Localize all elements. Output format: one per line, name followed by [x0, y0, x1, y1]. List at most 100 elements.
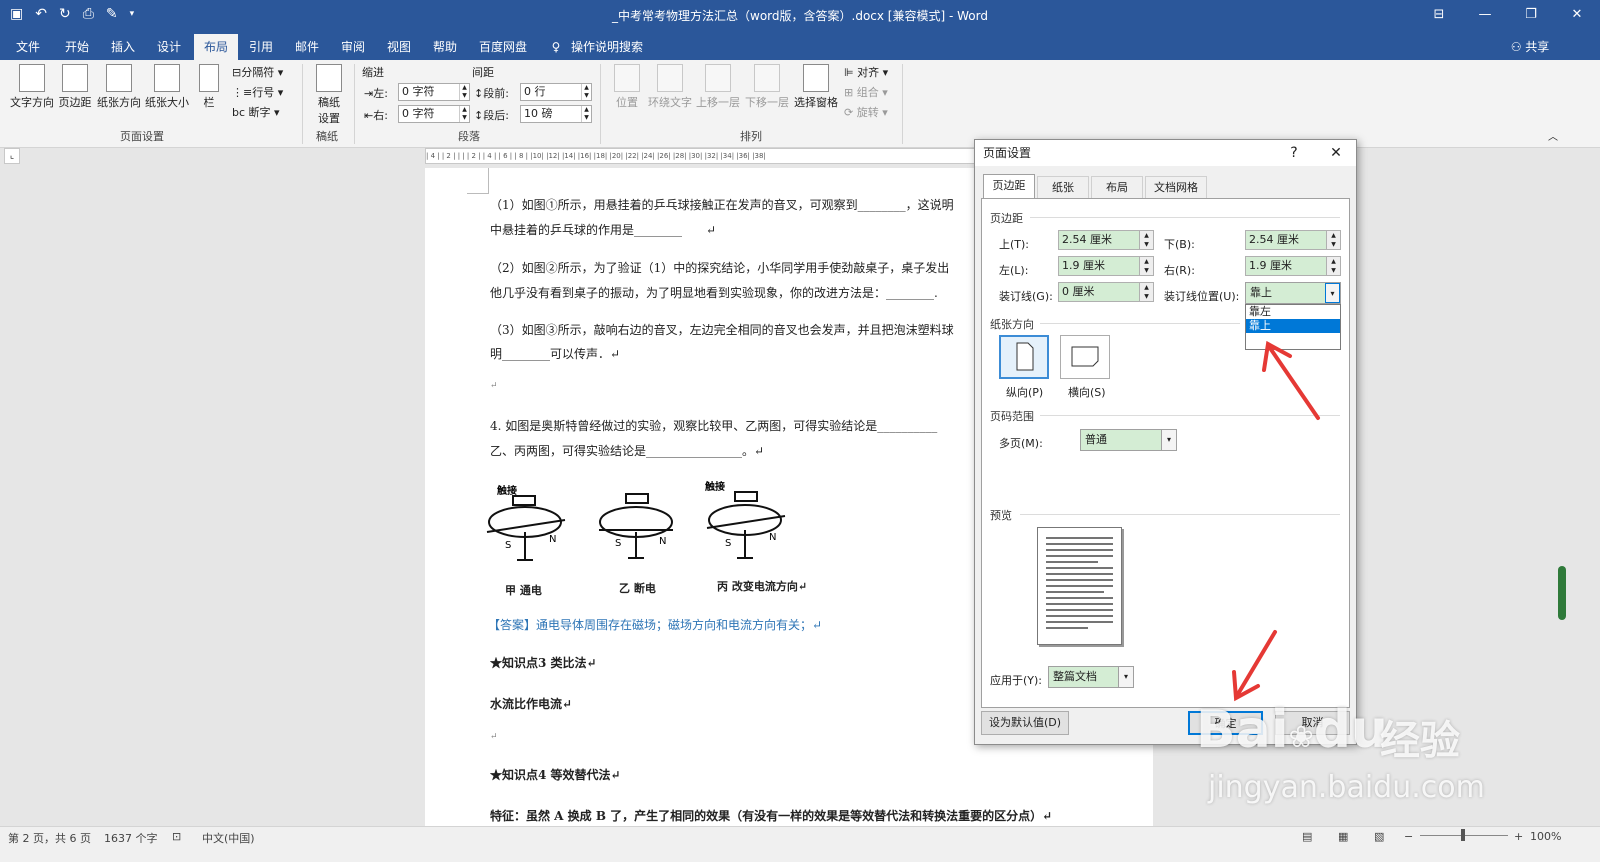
close-icon[interactable]: ✕: [1321, 140, 1351, 166]
tab-margins[interactable]: 页边距: [983, 174, 1035, 198]
tab-selector-icon[interactable]: ⌞: [4, 148, 20, 164]
portrait-button[interactable]: [999, 335, 1049, 379]
left-margin-input[interactable]: 1.9 厘米 ▲ ▼: [1058, 256, 1154, 276]
size-label: 纸张大小: [145, 96, 189, 109]
columns-button[interactable]: 栏: [196, 64, 222, 110]
language-indicator[interactable]: 中文(中国): [202, 830, 255, 846]
tab-layout-dialog[interactable]: 布局: [1091, 176, 1143, 198]
send-backward-button[interactable]: 下移一层: [743, 64, 791, 110]
share-button[interactable]: ⚇ 共享: [1505, 34, 1555, 60]
landscape-label[interactable]: 横向(S): [1068, 384, 1106, 400]
close-window-icon[interactable]: ✕: [1554, 0, 1600, 30]
margins-button[interactable]: 页边距: [56, 64, 94, 110]
tab-references[interactable]: 引用: [240, 34, 282, 60]
collapse-ribbon-icon[interactable]: ︿: [1548, 128, 1558, 143]
chevron-down-icon[interactable]: ▾: [1325, 283, 1340, 303]
position-icon: [614, 64, 640, 92]
tab-file[interactable]: 文件: [8, 34, 48, 60]
horizontal-ruler[interactable]: | 4 | | 2 | | | | 2 | | 4 | | 6 | | 8 | …: [425, 148, 980, 164]
help-icon[interactable]: ?: [1279, 140, 1309, 166]
spin-arrows-icon[interactable]: ▲ ▼: [1139, 257, 1153, 275]
ribbon-display-icon[interactable]: ⊟: [1416, 0, 1462, 30]
landscape-button[interactable]: [1060, 335, 1110, 379]
proofing-icon[interactable]: ⊡: [172, 830, 181, 843]
top-margin-input[interactable]: 2.54 厘米 ▲ ▼: [1058, 230, 1154, 250]
gutter-input[interactable]: 0 厘米 ▲ ▼: [1058, 282, 1154, 302]
margins-icon: [62, 64, 88, 92]
page-count[interactable]: 第 2 页，共 6 页: [8, 830, 91, 846]
gutter-position-select[interactable]: 靠上 ▾: [1245, 282, 1341, 304]
group-button[interactable]: ⊞ 组合 ▾: [844, 84, 888, 100]
web-layout-icon[interactable]: ▧: [1374, 830, 1384, 843]
tab-design[interactable]: 设计: [148, 34, 190, 60]
spin-arrows-icon[interactable]: ▲ ▼: [459, 84, 469, 100]
tab-home[interactable]: 开始: [56, 34, 98, 60]
spin-arrows-icon[interactable]: ▲ ▼: [581, 106, 591, 122]
spin-arrows-icon[interactable]: ▲ ▼: [459, 106, 469, 122]
line-numbers-label: 行号: [252, 86, 275, 99]
manuscript-button[interactable]: 稿纸 设置: [312, 64, 346, 126]
line-numbers-button[interactable]: ⋮≡行号 ▾: [232, 84, 283, 100]
tab-review[interactable]: 审阅: [332, 34, 374, 60]
tab-baidu-netdisk[interactable]: 百度网盘: [472, 34, 534, 60]
doc-line: （1）如图①所示，用悬挂着的乒乓球接触正在发声的音叉，可观察到________，…: [490, 198, 954, 212]
spin-arrows-icon[interactable]: ▲ ▼: [1326, 231, 1340, 249]
tell-me-search[interactable]: 操作说明搜索: [570, 34, 644, 60]
tab-view[interactable]: 视图: [378, 34, 420, 60]
print-layout-icon[interactable]: ▦: [1338, 830, 1348, 843]
orientation-label: 纸张方向: [97, 96, 141, 109]
doc-line: 明________可以传声．↵: [490, 347, 621, 361]
portrait-label[interactable]: 纵向(P): [1006, 384, 1043, 400]
zoom-in-icon[interactable]: +: [1514, 830, 1523, 843]
dropdown-option-left[interactable]: 靠左: [1246, 305, 1340, 319]
spacing-before-input[interactable]: 0 行 ▲ ▼: [520, 83, 592, 101]
spacing-after-input[interactable]: 10 磅 ▲ ▼: [520, 105, 592, 123]
bottom-margin-input[interactable]: 2.54 厘米 ▲ ▼: [1245, 230, 1341, 250]
read-mode-icon[interactable]: ▤: [1302, 830, 1312, 843]
tab-paper[interactable]: 纸张: [1037, 176, 1089, 198]
minimize-icon[interactable]: —: [1462, 0, 1508, 30]
breaks-button[interactable]: ⊟分隔符 ▾: [232, 64, 283, 80]
apply-to-select[interactable]: 整篇文档 ▾: [1048, 666, 1134, 688]
tab-layout[interactable]: 布局: [194, 34, 238, 60]
ribbon-separator: [302, 64, 303, 144]
tab-help[interactable]: 帮助: [424, 34, 466, 60]
zoom-out-icon[interactable]: −: [1404, 830, 1413, 843]
chevron-down-icon[interactable]: ▾: [1161, 430, 1176, 450]
indent-right-input[interactable]: 0 字符 ▲ ▼: [398, 105, 470, 123]
rotate-button[interactable]: ⟳ 旋转 ▾: [844, 104, 888, 120]
spacing-before-value: 0 行: [524, 85, 546, 98]
align-button[interactable]: ⊫ 对齐 ▾: [844, 64, 888, 80]
zoom-slider-thumb[interactable]: [1461, 829, 1465, 841]
indent-left-input[interactable]: 0 字符 ▲ ▼: [398, 83, 470, 101]
word-count[interactable]: 1637 个字: [104, 830, 158, 846]
tab-doc-grid[interactable]: 文档网格: [1145, 176, 1207, 198]
set-default-button[interactable]: 设为默认值(D): [981, 711, 1069, 735]
spin-arrows-icon[interactable]: ▲ ▼: [1139, 283, 1153, 301]
zoom-level[interactable]: 100%: [1530, 830, 1561, 843]
chevron-down-icon[interactable]: ▾: [1118, 667, 1133, 687]
spin-arrows-icon[interactable]: ▲ ▼: [1326, 257, 1340, 275]
doc-line: （2）如图②所示，为了验证（1）中的探究结论，小华同学用手使劲敲桌子，桌子发出: [490, 261, 950, 275]
indent-left-label: ⇥左:: [364, 87, 388, 100]
text-direction-button[interactable]: 文字方向: [8, 64, 56, 110]
selection-pane-button[interactable]: 选择窗格: [792, 64, 840, 110]
wrap-text-button[interactable]: 环绕文字: [646, 64, 694, 110]
pole-s-a: S: [505, 540, 511, 551]
orientation-button[interactable]: 纸张方向: [96, 64, 142, 110]
section-divider: [1040, 323, 1240, 324]
breaks-label: 分隔符: [241, 66, 275, 79]
multiple-pages-select[interactable]: 普通 ▾: [1080, 429, 1177, 451]
tab-mailings[interactable]: 邮件: [286, 34, 328, 60]
right-margin-input[interactable]: 1.9 厘米 ▲ ▼: [1245, 256, 1341, 276]
vertical-scrollbar-thumb[interactable]: [1558, 566, 1566, 620]
tab-insert[interactable]: 插入: [102, 34, 144, 60]
spin-arrows-icon[interactable]: ▲ ▼: [1139, 231, 1153, 249]
hyphenation-button[interactable]: bc 断字 ▾: [232, 104, 280, 120]
maximize-icon[interactable]: ❐: [1508, 0, 1554, 30]
size-button[interactable]: 纸张大小: [144, 64, 190, 110]
position-button[interactable]: 位置: [610, 64, 644, 110]
bring-forward-button[interactable]: 上移一层: [694, 64, 742, 110]
spin-arrows-icon[interactable]: ▲ ▼: [581, 84, 591, 100]
pole-n-a: N: [549, 534, 556, 545]
